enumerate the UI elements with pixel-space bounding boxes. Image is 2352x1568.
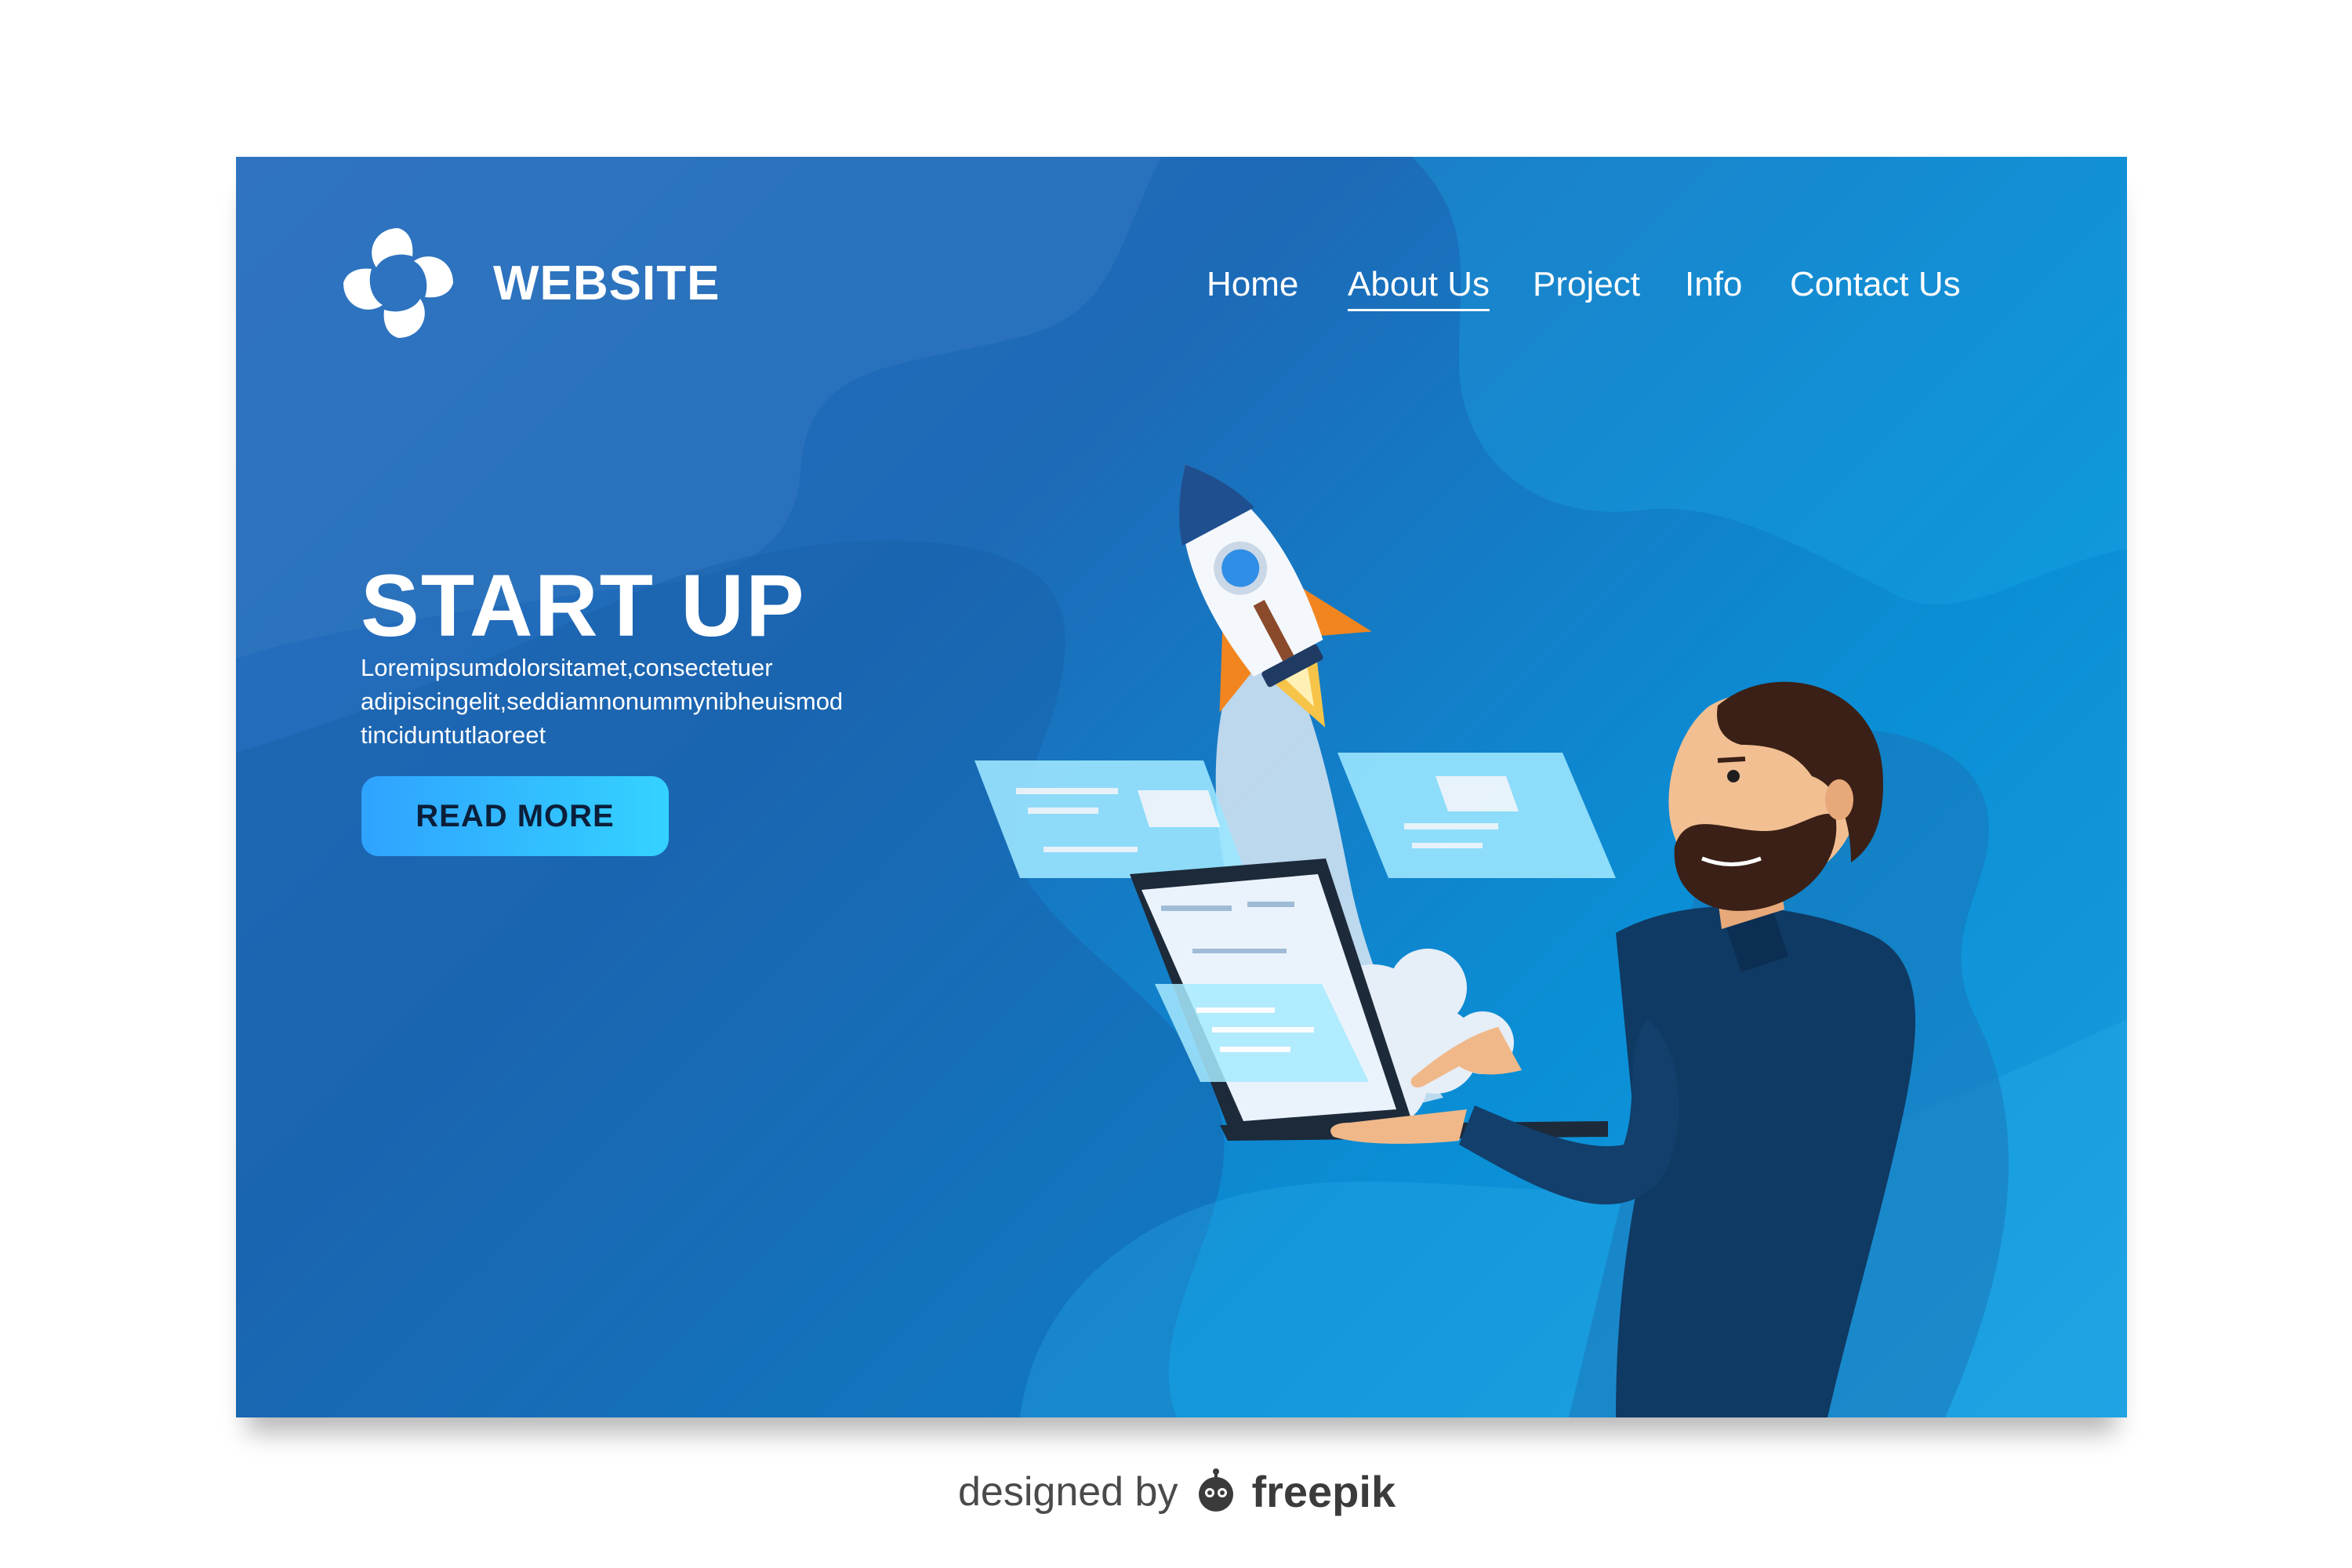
floating-window-icon: [1338, 753, 1616, 878]
landing-page: WEBSITE Home About Us Project Info Conta…: [236, 157, 2127, 1417]
freepik-robot-icon: [1199, 1468, 1234, 1512]
floating-window-icon: [975, 760, 1247, 878]
credit-prefix: designed by: [958, 1468, 1178, 1515]
hero-illustration: [975, 464, 2009, 1417]
freepik-credit[interactable]: designed by freepik: [958, 1466, 1396, 1517]
credit-brand: freepik: [1251, 1467, 1396, 1516]
